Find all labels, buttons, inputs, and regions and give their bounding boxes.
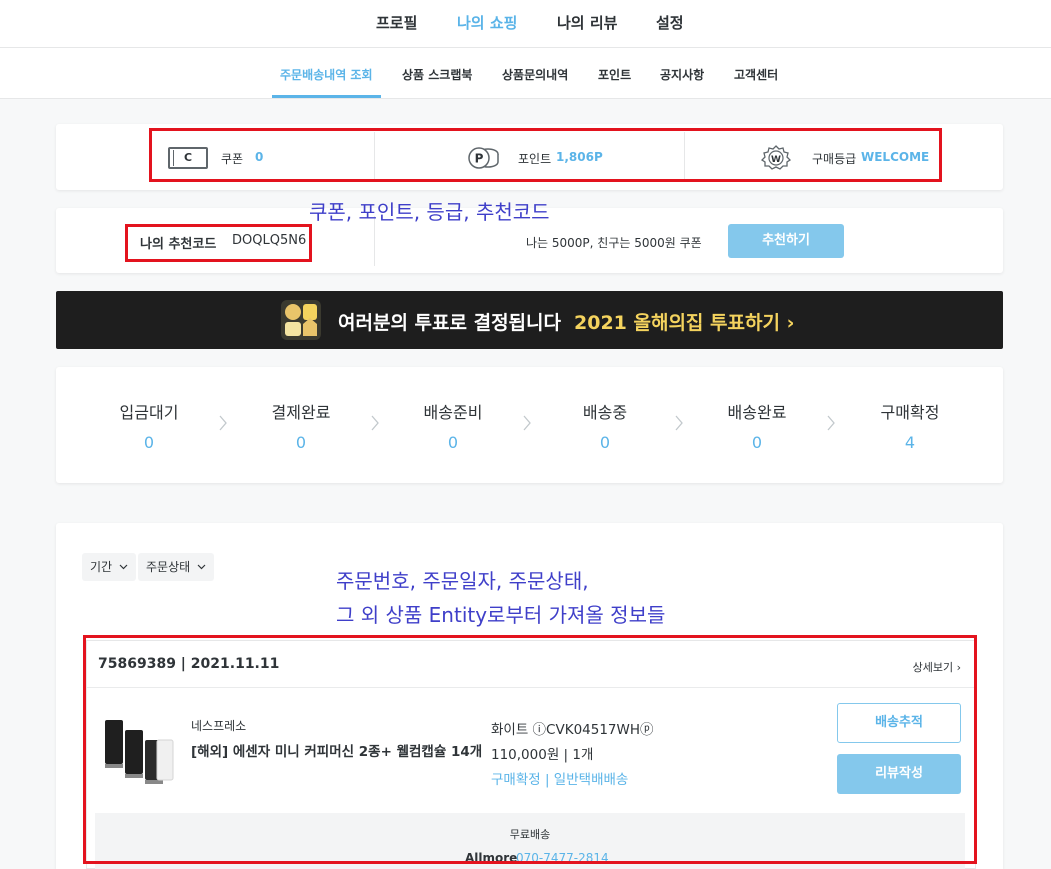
chevron-down-icon — [119, 564, 128, 570]
period-filter[interactable]: 기간 — [82, 553, 136, 581]
annotation-box-summary — [149, 128, 942, 182]
sub-nav: 주문배송내역 조회 상품 스크랩북 상품문의내역 포인트 공지사항 고객센터 — [0, 48, 1051, 99]
order-status-summary: 입금대기 0 결제완료 0 배송준비 0 배송중 0 배송완료 0 구매확정 4 — [56, 367, 1003, 483]
status-label: 구매확정 — [880, 403, 940, 422]
referral-description: 나는 5000P, 친구는 5000원 쿠폰 — [526, 236, 702, 250]
nav-my-reviews[interactable]: 나의 리뷰 — [557, 12, 617, 33]
banner-cta[interactable]: 2021 올해의집 투표하기 › — [574, 308, 794, 335]
nav-my-shopping[interactable]: 나의 쇼핑 — [457, 12, 517, 33]
tab-notices[interactable]: 공지사항 — [660, 66, 704, 83]
nav-profile[interactable]: 프로필 — [376, 12, 417, 33]
status-count: 0 — [295, 433, 307, 452]
tab-points[interactable]: 포인트 — [598, 66, 631, 83]
tab-product-inquiries[interactable]: 상품문의내역 — [502, 66, 568, 83]
tab-customer-center[interactable]: 고객센터 — [734, 66, 778, 83]
annotation-note-order-line1: 주문번호, 주문일자, 주문상태, — [336, 569, 589, 593]
recommend-button[interactable]: 추천하기 — [728, 224, 844, 258]
status-count: 4 — [904, 433, 916, 452]
status-label: 배송완료 — [727, 403, 787, 422]
status-label: 입금대기 — [119, 403, 179, 422]
annotation-note-summary: 쿠폰, 포인트, 등급, 추천코드 — [309, 200, 550, 224]
tab-scrapbook[interactable]: 상품 스크랩북 — [402, 66, 472, 83]
house-logo-icon — [281, 300, 321, 340]
status-step[interactable]: 구매확정 4 — [850, 399, 970, 452]
status-count: 0 — [447, 433, 459, 452]
status-count: 0 — [143, 433, 155, 452]
status-label: 배송중 — [582, 403, 628, 422]
chevron-down-icon — [197, 564, 206, 570]
status-step[interactable]: 결제완료 0 — [241, 399, 361, 452]
chevron-right-icon — [371, 415, 379, 431]
annotation-note-order-line2: 그 외 상품 Entity로부터 가져올 정보들 — [336, 603, 666, 627]
status-step[interactable]: 입금대기 0 — [89, 399, 209, 452]
banner-text: 여러분의 투표로 결정됩니다 — [338, 312, 561, 334]
chevron-right-icon — [219, 415, 227, 431]
subnav-active-indicator — [272, 95, 381, 98]
status-label: 배송준비 — [423, 403, 483, 422]
status-filter-label: 주문상태 — [146, 560, 191, 574]
status-step[interactable]: 배송중 0 — [545, 399, 665, 452]
vote-banner[interactable]: 여러분의 투표로 결정됩니다 2021 올해의집 투표하기 › — [56, 291, 1003, 349]
status-filter[interactable]: 주문상태 — [138, 553, 214, 581]
chevron-right-icon — [523, 415, 531, 431]
status-step[interactable]: 배송완료 0 — [697, 399, 817, 452]
nav-settings[interactable]: 설정 — [656, 12, 684, 33]
annotation-box-referral — [125, 224, 312, 262]
tab-order-history[interactable]: 주문배송내역 조회 — [280, 66, 373, 83]
annotation-box-order — [83, 635, 977, 864]
status-label: 결제완료 — [271, 403, 331, 422]
chevron-right-icon — [675, 415, 683, 431]
status-count: 0 — [751, 433, 763, 452]
status-step[interactable]: 배송준비 0 — [393, 399, 513, 452]
status-count: 0 — [599, 433, 611, 452]
chevron-right-icon — [827, 415, 835, 431]
period-filter-label: 기간 — [90, 560, 113, 574]
top-nav: 프로필 나의 쇼핑 나의 리뷰 설정 — [0, 0, 1051, 48]
